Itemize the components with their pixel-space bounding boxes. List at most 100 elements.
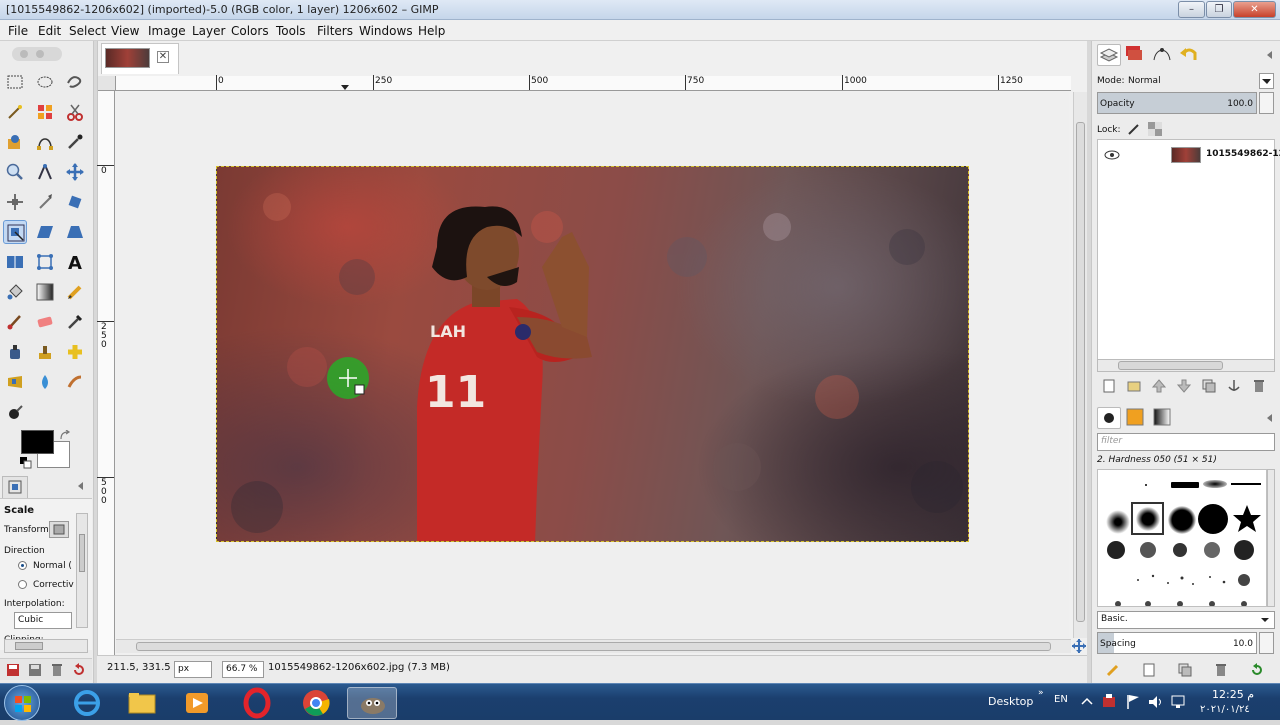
horizontal-ruler[interactable]: 0 250 500 750 1000 1250 <box>116 75 1071 91</box>
image-tab-close-icon[interactable]: ✕ <box>157 51 169 63</box>
direction-corrective-radio[interactable] <box>18 580 27 589</box>
fuzzy-select-tool-icon[interactable] <box>3 100 27 124</box>
lock-pixels-icon[interactable] <box>1127 122 1141 136</box>
menu-file[interactable]: File <box>8 24 28 38</box>
restore-options-icon[interactable] <box>28 663 42 677</box>
clock-date[interactable]: ٢٠٢١/٠١/٢٤ <box>1200 704 1250 715</box>
anchor-layer-icon[interactable] <box>1227 379 1241 393</box>
scale-tool-icon[interactable] <box>3 220 27 244</box>
eraser-tool-icon[interactable] <box>33 310 57 334</box>
tool-options-hscrollbar[interactable] <box>4 639 88 653</box>
foreground-select-tool-icon[interactable] <box>3 130 27 154</box>
desktop-toolbar-label[interactable]: Desktop <box>988 695 1033 708</box>
free-select-tool-icon[interactable] <box>63 70 87 94</box>
paths-tool-icon[interactable] <box>33 130 57 154</box>
gimp-taskbar-icon[interactable] <box>347 687 397 719</box>
tray-network-icon[interactable] <box>1170 693 1188 711</box>
brush-hardness-100[interactable] <box>1198 504 1228 534</box>
layers-tab-icon[interactable] <box>1097 44 1121 66</box>
internet-explorer-icon[interactable] <box>62 687 112 719</box>
canvas-viewport[interactable]: LAH 11 <box>116 92 1069 638</box>
gradients-tab-icon[interactable] <box>1151 407 1175 429</box>
color-picker-tool-icon[interactable] <box>63 130 87 154</box>
menu-help[interactable]: Help <box>418 24 445 38</box>
reset-options-icon[interactable] <box>72 663 86 677</box>
duplicate-layer-icon[interactable] <box>1202 379 1216 393</box>
brush-block[interactable] <box>1171 482 1199 488</box>
shear-tool-icon[interactable] <box>33 220 57 244</box>
ink-tool-icon[interactable] <box>3 340 27 364</box>
undo-history-tab-icon[interactable] <box>1178 44 1202 66</box>
panel-menu-icon[interactable] <box>76 481 86 491</box>
menu-image[interactable]: Image <box>148 24 186 38</box>
scissors-select-tool-icon[interactable] <box>63 100 87 124</box>
delete-layer-icon[interactable] <box>1252 379 1266 393</box>
mode-dropdown-chevron-icon[interactable] <box>1259 73 1274 89</box>
pencil-tool-icon[interactable] <box>63 280 87 304</box>
ellipse-select-tool-icon[interactable] <box>33 70 57 94</box>
tray-chevron-icon[interactable] <box>1080 695 1094 709</box>
select-by-color-tool-icon[interactable] <box>33 100 57 124</box>
airbrush-tool-icon[interactable] <box>63 310 87 334</box>
maximize-button[interactable]: ❐ <box>1206 1 1232 18</box>
show-more-icon[interactable]: » <box>1038 688 1044 698</box>
language-indicator[interactable]: EN <box>1054 694 1068 705</box>
close-button[interactable]: ✕ <box>1233 1 1276 18</box>
edit-brush-icon[interactable] <box>1106 663 1120 677</box>
menu-select[interactable]: Select <box>69 24 106 38</box>
flip-tool-icon[interactable] <box>3 250 27 274</box>
menu-view[interactable]: View <box>111 24 139 38</box>
lock-alpha-icon[interactable] <box>1148 122 1162 136</box>
menu-tools[interactable]: Tools <box>276 24 306 38</box>
layers-panel-menu-icon[interactable] <box>1265 50 1275 60</box>
vertical-scrollbar[interactable] <box>1073 92 1087 638</box>
perspective-tool-icon[interactable] <box>63 220 87 244</box>
unit-select[interactable]: px <box>174 661 212 678</box>
horizontal-scroll-thumb[interactable] <box>136 642 1051 651</box>
align-tool-icon[interactable] <box>3 190 27 214</box>
dodge-burn-tool-icon[interactable] <box>3 400 27 424</box>
opacity-slider[interactable]: Opacity 100.0 <box>1097 92 1257 114</box>
clone-tool-icon[interactable] <box>33 340 57 364</box>
zoom-select[interactable]: 66.7 % <box>222 661 264 678</box>
wilber-drop-area[interactable] <box>4 43 90 65</box>
delete-options-icon[interactable] <box>50 663 64 677</box>
brush-hardness-075[interactable] <box>1168 506 1196 534</box>
default-colors-icon[interactable] <box>20 457 32 469</box>
refresh-brushes-icon[interactable] <box>1250 663 1264 677</box>
rect-select-tool-icon[interactable] <box>3 70 27 94</box>
raise-layer-icon[interactable] <box>1152 379 1166 393</box>
perspective-clone-tool-icon[interactable] <box>3 370 27 394</box>
bucket-fill-tool-icon[interactable] <box>3 280 27 304</box>
rotate-tool-icon[interactable] <box>63 190 87 214</box>
chrome-browser-icon[interactable] <box>291 687 341 719</box>
brushes-tab-icon[interactable] <box>1097 407 1121 429</box>
channels-tab-icon[interactable] <box>1124 44 1148 66</box>
layer-name[interactable]: 1015549862-12 <box>1206 149 1280 159</box>
quick-mask-corner[interactable] <box>98 76 116 91</box>
new-brush-icon[interactable] <box>1142 663 1156 677</box>
paths-tab-icon[interactable] <box>1151 44 1175 66</box>
brush-hardness-025[interactable] <box>1106 510 1130 534</box>
save-options-icon[interactable] <box>6 663 20 677</box>
brush-grid[interactable] <box>1097 469 1267 607</box>
layers-hscrollbar[interactable] <box>1097 359 1275 372</box>
tool-options-scrollbar[interactable] <box>76 513 88 628</box>
smudge-tool-icon[interactable] <box>63 370 87 394</box>
media-player-icon[interactable] <box>172 687 222 719</box>
duplicate-brush-icon[interactable] <box>1178 663 1192 677</box>
brush-selected-hardness-050[interactable] <box>1131 502 1164 535</box>
menu-colors[interactable]: Colors <box>231 24 269 38</box>
brush-fuzzy-line[interactable] <box>1203 480 1227 488</box>
paintbrush-tool-icon[interactable] <box>3 310 27 334</box>
mode-value[interactable]: Normal <box>1128 76 1161 86</box>
transform-layer-button[interactable] <box>49 521 69 538</box>
text-tool-icon[interactable]: A <box>63 250 87 274</box>
heal-tool-icon[interactable] <box>63 340 87 364</box>
delete-brush-icon[interactable] <box>1214 663 1228 677</box>
move-tool-icon[interactable] <box>63 160 87 184</box>
swap-colors-icon[interactable] <box>59 430 71 442</box>
lower-layer-icon[interactable] <box>1177 379 1191 393</box>
spacing-spinner[interactable] <box>1259 632 1274 654</box>
clock-time[interactable]: 12:25 م <box>1212 688 1254 701</box>
